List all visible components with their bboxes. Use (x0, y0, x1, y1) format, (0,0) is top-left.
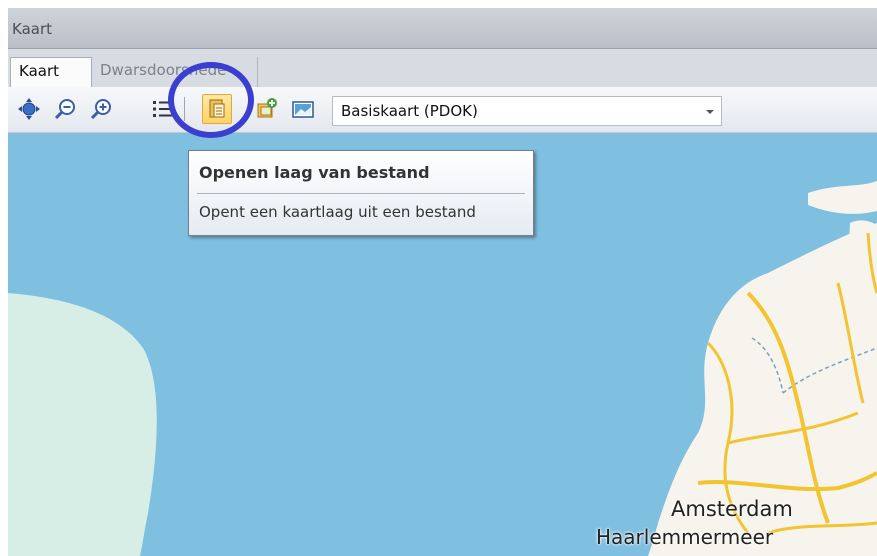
zoom-in-icon (90, 99, 111, 120)
tooltip-separator (197, 193, 525, 194)
basemap-select-value: Basiskaart (PDOK) (341, 102, 478, 120)
image-layer-icon (292, 101, 314, 118)
map-label-amsterdam: Amsterdam (671, 497, 793, 521)
basemap-select[interactable]: Basiskaart (PDOK) (332, 96, 722, 126)
zoom-in-button[interactable] (86, 94, 116, 124)
layer-list-icon (153, 101, 173, 117)
tab-strip: Kaart Dwarsdoorsnede (8, 49, 877, 87)
chevron-down-icon[interactable] (703, 102, 717, 120)
tab-dwarsdoorsnede[interactable]: Dwarsdoorsnede (92, 57, 258, 87)
tab-kaart[interactable]: Kaart (10, 57, 92, 87)
open-layer-from-file-icon (209, 99, 225, 118)
map-label-haarlemmermeer: Haarlemmermeer (596, 525, 774, 549)
image-layer-button[interactable] (288, 94, 318, 124)
toolbar-separator (184, 97, 185, 121)
open-layer-from-file-button[interactable] (202, 94, 232, 124)
tooltip-description: Opent een kaartlaag uit een bestand (199, 203, 476, 221)
map-window: Kaart Kaart Dwarsdoorsnede Basiskaart (P… (8, 8, 877, 556)
pan-icon (18, 98, 40, 120)
window-titlebar: Kaart (8, 8, 877, 49)
tooltip-title: Openen laag van bestand (199, 163, 430, 182)
tooltip: Openen laag van bestand Opent een kaartl… (188, 150, 534, 236)
add-layer-icon (257, 98, 277, 118)
add-layer-button[interactable] (252, 94, 282, 124)
zoom-out-icon (54, 99, 75, 120)
layer-list-button[interactable] (148, 94, 178, 124)
pan-button[interactable] (14, 94, 44, 124)
window-title: Kaart (12, 20, 53, 38)
zoom-out-button[interactable] (50, 94, 80, 124)
